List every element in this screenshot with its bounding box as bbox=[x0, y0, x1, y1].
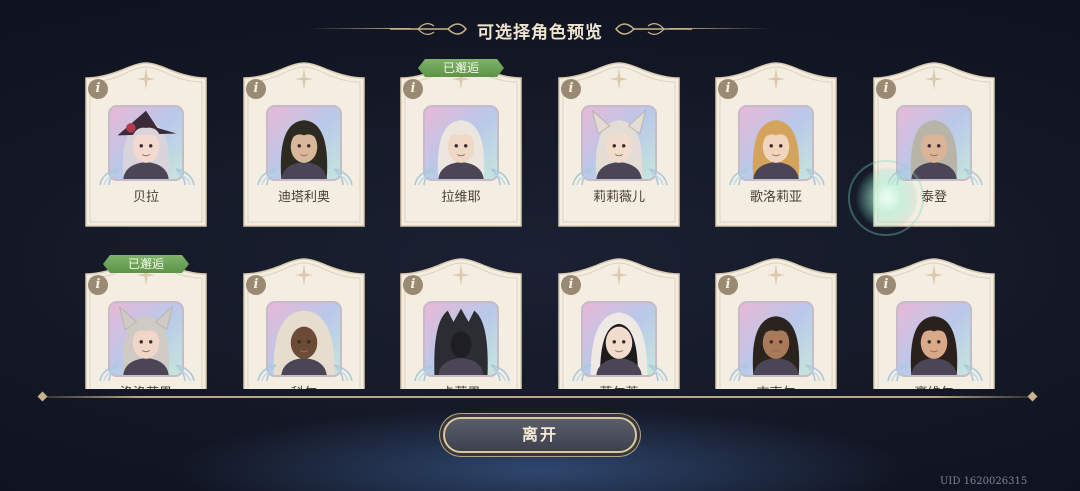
character-row-2: i 洛洛萨恩 已邂逅 i 科尔 i 卡莉恩 i bbox=[0, 250, 1080, 389]
header: 可选择角色预览 bbox=[0, 14, 1080, 46]
character-card[interactable]: i 莉莉薇儿 bbox=[555, 62, 683, 228]
character-card[interactable]: i 菲尔蒂 bbox=[555, 258, 683, 389]
bottom-divider bbox=[42, 396, 1032, 398]
character-card[interactable]: i 贝拉 bbox=[82, 62, 210, 228]
info-icon[interactable]: i bbox=[561, 79, 581, 99]
info-icon[interactable]: i bbox=[718, 79, 738, 99]
character-name: 莉莉薇儿 bbox=[592, 190, 645, 205]
touch-glow-icon bbox=[856, 167, 918, 229]
page-title: 可选择角色预览 bbox=[477, 23, 603, 43]
divider-end-icon bbox=[1027, 391, 1038, 402]
info-icon[interactable]: i bbox=[876, 275, 896, 295]
character-card[interactable]: i 豪维尔 bbox=[870, 258, 998, 389]
character-name: 吉克尔 bbox=[712, 382, 840, 389]
character-name: 豪维尔 bbox=[870, 382, 998, 389]
character-name: 卡莉恩 bbox=[397, 382, 525, 389]
ornament-right-icon bbox=[615, 23, 692, 35]
character-name: 歌洛莉亚 bbox=[749, 190, 802, 205]
divider-end-icon bbox=[37, 391, 48, 402]
met-badge: 已邂逅 bbox=[418, 59, 504, 77]
info-icon[interactable]: i bbox=[88, 79, 108, 99]
info-icon[interactable]: i bbox=[718, 275, 738, 295]
info-icon[interactable]: i bbox=[88, 275, 108, 295]
leave-button[interactable]: 离开 bbox=[443, 417, 637, 453]
info-icon[interactable]: i bbox=[876, 79, 896, 99]
info-icon[interactable]: i bbox=[403, 79, 423, 99]
info-icon[interactable]: i bbox=[246, 79, 266, 99]
uid-label: UID 1620026315 bbox=[940, 476, 1028, 487]
header-line-right bbox=[670, 28, 770, 29]
character-card[interactable]: i 歌洛莉亚 bbox=[712, 62, 840, 228]
character-card[interactable]: i 科尔 bbox=[240, 258, 368, 389]
info-icon[interactable]: i bbox=[561, 275, 581, 295]
info-icon[interactable]: i bbox=[246, 275, 266, 295]
info-icon[interactable]: i bbox=[403, 275, 423, 295]
character-card[interactable]: i 卡莉恩 bbox=[397, 258, 525, 389]
character-name: 科尔 bbox=[240, 382, 368, 389]
character-card[interactable]: i 拉维耶 已邂逅 bbox=[397, 59, 525, 228]
character-card[interactable]: i 吉克尔 bbox=[712, 258, 840, 389]
met-badge: 已邂逅 bbox=[103, 255, 189, 273]
character-name: 迪塔利奥 bbox=[277, 190, 330, 205]
character-name: 贝拉 bbox=[132, 190, 159, 205]
character-name: 拉维耶 bbox=[441, 190, 481, 205]
character-name: 菲尔蒂 bbox=[555, 382, 683, 389]
character-card[interactable]: i 洛洛萨恩 已邂逅 bbox=[82, 255, 210, 389]
character-card[interactable]: i 迪塔利奥 bbox=[240, 62, 368, 228]
character-name: 洛洛萨恩 bbox=[82, 382, 210, 389]
